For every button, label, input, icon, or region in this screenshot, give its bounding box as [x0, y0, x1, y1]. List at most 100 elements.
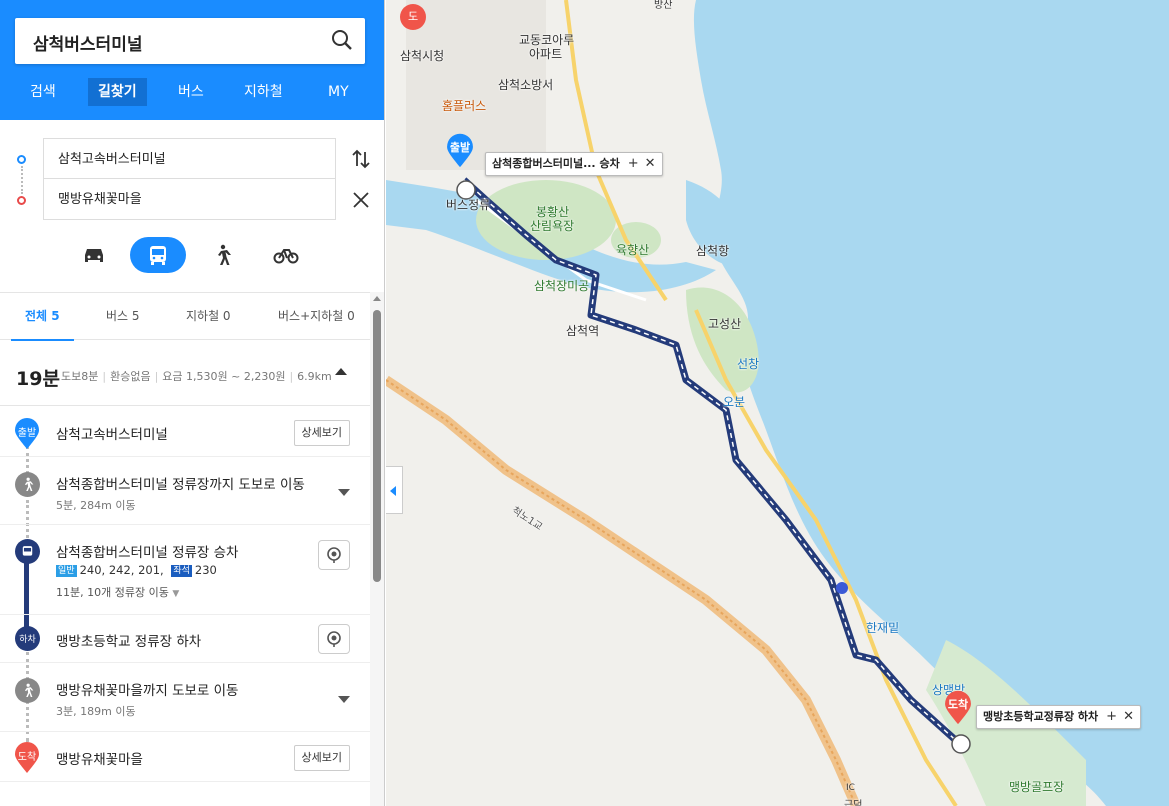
- bus-icon: [150, 246, 166, 265]
- walk2-sub: 3분, 189m 이동: [56, 705, 136, 718]
- step-walk-1: 삼척종합버스터미널 정류장까지 도보로 이동 5분, 284m 이동: [0, 457, 370, 525]
- collapse-panel-button[interactable]: [386, 466, 403, 514]
- stop-info-button[interactable]: [318, 540, 350, 570]
- start-name: 삼척고속버스터미널: [56, 427, 168, 443]
- start-map-pin[interactable]: 출발: [446, 133, 474, 169]
- swap-icon[interactable]: [350, 148, 372, 173]
- route-connector: [21, 166, 23, 194]
- fare: 요금 1,530원 ~ 2,230원: [151, 370, 286, 383]
- map-canvas: [386, 0, 1169, 806]
- map-label: 아파트: [529, 47, 563, 61]
- general-bus-tag: 일반: [56, 565, 77, 577]
- filter-all[interactable]: 전체 5: [11, 307, 74, 341]
- bicycle-mode-button[interactable]: [258, 237, 314, 273]
- route-summary[interactable]: 19분 도보8분환승없음요금 1,530원 ~ 2,230원6.9km: [0, 348, 370, 406]
- walk1-sub: 5분, 284m 이동: [56, 499, 136, 512]
- end-detail-button[interactable]: 상세보기: [293, 745, 350, 771]
- end-bubble-text: 맹방초등학교정류장 하차: [983, 710, 1099, 723]
- tab-search[interactable]: 검색: [30, 78, 56, 106]
- scroll-thumb[interactable]: [373, 310, 381, 582]
- start-stop-bubble[interactable]: 삼척종합버스터미널... 승차 + ✕: [485, 152, 663, 176]
- map-poi-marker[interactable]: 도: [400, 4, 426, 30]
- seat-bus-tag: 좌석: [171, 565, 192, 577]
- seat-routes: 230: [194, 563, 217, 577]
- transport-modes: [0, 237, 384, 277]
- search-box[interactable]: 삼척버스터미널: [15, 18, 365, 64]
- nav-tabs: 검색 길찾기 버스 지하철 MY: [0, 78, 384, 106]
- map-label: 삼척항: [696, 244, 730, 258]
- alight-marker: 하차: [15, 626, 40, 651]
- car-icon: [85, 249, 103, 262]
- scrollbar[interactable]: [370, 292, 384, 806]
- collapse-up-icon[interactable]: [335, 368, 347, 375]
- bus-routes: 일반 240, 242, 201, 좌석 230: [56, 563, 217, 577]
- board-name: 삼척종합버스터미널 정류장 승차: [56, 545, 239, 561]
- close-icon[interactable]: ✕: [645, 156, 656, 171]
- board-sub[interactable]: 11분, 10개 정류장 이동 ▼: [56, 584, 179, 600]
- walk2-name: 맹방유채꽃마을까지 도보로 이동: [56, 683, 239, 699]
- walk-mode-button[interactable]: [194, 237, 250, 273]
- bicycle-icon: [273, 249, 299, 264]
- step-end: 도착 맹방유채꽃마을 상세보기: [0, 732, 370, 782]
- small-chevron-icon: ▼: [172, 589, 180, 599]
- step-alight: 하차 맹방초등학교 정류장 하차: [0, 615, 370, 663]
- start-map-pin-label: 출발: [449, 141, 471, 154]
- end-map-pin[interactable]: 도착: [944, 690, 972, 726]
- map-view[interactable]: 삼척시청 교동코아루 아파트 삼척소방서 홈플러스 버스정류 봉황산 산림욕장 …: [386, 0, 1169, 806]
- car-mode-button[interactable]: [66, 237, 122, 273]
- origin-input[interactable]: 삼척고속버스터미널: [43, 138, 336, 179]
- route-duration: 19분: [16, 368, 60, 390]
- walk-icon: [218, 244, 231, 265]
- map-label: 홈플러스: [442, 99, 487, 113]
- bus-mode-button[interactable]: [130, 237, 186, 273]
- end-stop-bubble[interactable]: 맹방초등학교정류장 하차 + ✕: [976, 705, 1141, 729]
- distance: 6.9km: [285, 370, 331, 383]
- expand-chevron-icon[interactable]: [338, 489, 350, 496]
- map-label: 한재밑: [866, 621, 900, 635]
- tab-subway[interactable]: 지하철: [244, 78, 283, 106]
- bus-stop-info-icon: [327, 631, 341, 647]
- search-icon[interactable]: [331, 29, 353, 54]
- close-icon[interactable]: ✕: [1123, 709, 1134, 724]
- end-pin-icon: 도착: [14, 742, 40, 773]
- start-detail-button[interactable]: 상세보기: [293, 420, 350, 446]
- step-board: 삼척종합버스터미널 정류장 승차 일반 240, 242, 201, 좌석 230 …: [0, 525, 370, 615]
- walk1-name: 삼척종합버스터미널 정류장까지 도보로 이동: [56, 477, 305, 493]
- bus-stop-icon: [15, 539, 40, 564]
- map-label: 맹방골프장: [1009, 780, 1065, 794]
- tab-bus[interactable]: 버스: [178, 78, 204, 106]
- plus-icon[interactable]: +: [1106, 709, 1117, 724]
- general-routes: 240, 242, 201,: [79, 563, 164, 577]
- expand-chevron-icon[interactable]: [338, 696, 350, 703]
- search-input[interactable]: 삼척버스터미널: [33, 30, 142, 55]
- destination-input[interactable]: 맹방유채꽃마을: [43, 179, 336, 220]
- start-pin-icon: 출발: [14, 418, 40, 449]
- map-label: 방산: [654, 0, 673, 11]
- filter-subway[interactable]: 지하철 0: [186, 307, 231, 324]
- walk-icon: [15, 678, 40, 703]
- result-filter-tabs: 전체 5 버스 5 지하철 0 버스+지하철 0: [0, 292, 370, 341]
- plus-icon[interactable]: +: [628, 156, 639, 171]
- close-icon[interactable]: [352, 191, 370, 212]
- step-start: 출발 삼척고속버스터미널 상세보기: [0, 408, 370, 457]
- tab-my[interactable]: MY: [328, 78, 349, 106]
- origin-dot-icon: [17, 155, 26, 164]
- end-name: 맹방유채꽃마을: [56, 752, 143, 768]
- start-marker-label: 출발: [17, 428, 37, 439]
- stop-info-button[interactable]: [318, 624, 350, 654]
- bus-stop-info-icon: [327, 547, 341, 563]
- end-map-pin-label: 도착: [947, 698, 969, 711]
- map-label: 삼척장미공: [534, 279, 590, 293]
- tab-directions[interactable]: 길찾기: [88, 78, 147, 106]
- map-label: 오분: [723, 395, 746, 409]
- filter-bus[interactable]: 버스 5: [106, 307, 140, 324]
- walk-time: 도보8분: [61, 370, 99, 383]
- scroll-up-icon[interactable]: [373, 296, 381, 301]
- route-panel: 삼척버스터미널 검색 길찾기 버스 지하철 MY 삼척고속버스터미널 맹방유채꽃…: [0, 0, 385, 806]
- transfer-count: 환승없음: [98, 370, 150, 383]
- board-sub-text: 11분, 10개 정류장 이동: [56, 586, 169, 599]
- map-label: 고성산: [708, 317, 742, 331]
- map-label: 산림욕장: [530, 219, 575, 233]
- filter-bus-subway[interactable]: 버스+지하철 0: [278, 307, 355, 324]
- alight-name: 맹방초등학교 정류장 하차: [56, 634, 202, 650]
